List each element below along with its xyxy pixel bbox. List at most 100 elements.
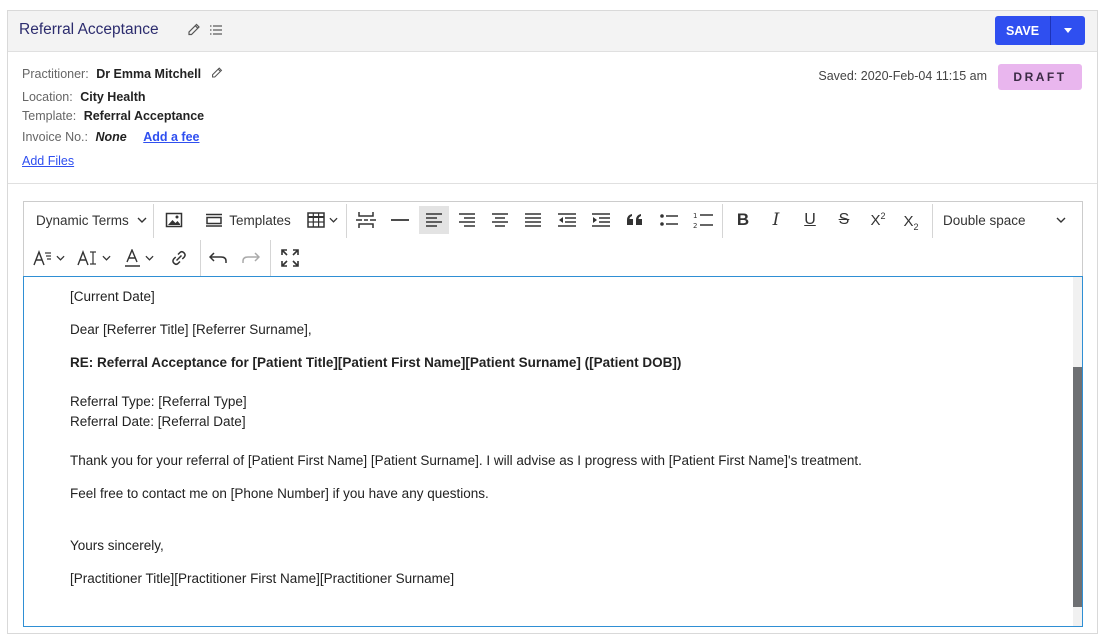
justify-button[interactable] xyxy=(519,206,547,234)
toolbar-separator xyxy=(200,240,201,276)
editor-content[interactable]: [Current Date] Dear [Referrer Title] [Re… xyxy=(23,276,1083,627)
undo-icon xyxy=(209,252,227,263)
indent-icon xyxy=(592,213,610,227)
horizontal-line-icon xyxy=(391,219,409,221)
outdent-icon xyxy=(558,213,576,227)
toolbar-separator xyxy=(932,204,933,238)
current-date-line: [Current Date] xyxy=(70,289,155,304)
signature-line: [Practitioner Title][Practitioner First … xyxy=(70,571,455,586)
font-family-dropdown[interactable] xyxy=(30,244,68,272)
dynamic-terms-label: Dynamic Terms xyxy=(36,212,129,228)
align-left-icon xyxy=(426,213,442,227)
caret-down-icon xyxy=(1064,28,1072,33)
templates-button[interactable]: Templates xyxy=(202,206,294,234)
fullscreen-icon xyxy=(281,249,299,267)
add-fee-link[interactable]: Add a fee xyxy=(143,130,199,144)
list-icon[interactable] xyxy=(207,21,225,39)
section-divider xyxy=(8,183,1097,184)
text-color-icon xyxy=(124,249,140,267)
dynamic-terms-dropdown[interactable]: Dynamic Terms xyxy=(30,206,148,234)
vertical-scrollbar[interactable] xyxy=(1073,277,1082,626)
practitioner-row: Practitioner: Dr Emma Mitchell xyxy=(22,65,225,84)
underline-icon: U xyxy=(804,211,816,228)
template-value: Referral Acceptance xyxy=(83,109,205,123)
scrollbar-thumb[interactable] xyxy=(1073,367,1082,607)
insert-link-button[interactable] xyxy=(165,244,193,272)
numbered-list-button[interactable]: 12 xyxy=(689,206,717,234)
image-icon xyxy=(165,212,183,228)
chevron-down-icon xyxy=(1056,217,1066,223)
page-break-icon xyxy=(356,212,376,228)
align-right-icon xyxy=(459,213,475,227)
toolbar-separator xyxy=(722,204,723,238)
status-badge: DRAFT xyxy=(998,64,1082,90)
font-size-icon xyxy=(77,250,96,266)
font-size-dropdown[interactable] xyxy=(74,244,114,272)
superscript-button[interactable]: X2 xyxy=(864,206,892,234)
insert-image-button[interactable] xyxy=(161,206,187,234)
edit-practitioner-icon[interactable] xyxy=(209,65,225,84)
chevron-down-icon xyxy=(144,255,154,261)
chevron-down-icon xyxy=(137,217,147,223)
rich-text-editor: Dynamic Terms Templates 1 2 B I U S X2 X… xyxy=(23,201,1083,627)
quote-icon xyxy=(627,214,642,225)
saved-timestamp: Saved: 2020-Feb-04 11:15 am xyxy=(818,69,987,83)
add-files-row: Add Files xyxy=(22,154,74,168)
toolbar-separator xyxy=(270,240,271,276)
bold-button[interactable]: B xyxy=(729,206,757,234)
align-center-button[interactable] xyxy=(486,206,514,234)
template-row: Template: Referral Acceptance xyxy=(22,109,204,123)
toolbar-separator xyxy=(346,204,347,238)
save-button[interactable]: SAVE xyxy=(995,16,1051,45)
location-value: City Health xyxy=(80,90,146,104)
strikethrough-icon: S xyxy=(838,211,850,228)
body-paragraph-1: Thank you for your referral of [Patient … xyxy=(70,453,862,468)
page-title: Referral Acceptance xyxy=(19,21,159,38)
add-files-link[interactable]: Add Files xyxy=(22,154,74,168)
body-paragraph-2: Feel free to contact me on [Phone Number… xyxy=(70,486,489,501)
panel-header: Referral Acceptance SAVE xyxy=(8,11,1097,52)
chevron-down-icon xyxy=(328,217,338,223)
undo-button[interactable] xyxy=(204,244,232,272)
italic-button[interactable]: I xyxy=(762,206,790,234)
pencil-icon[interactable] xyxy=(185,21,203,39)
salutation-line: Dear [Referrer Title] [Referrer Surname]… xyxy=(70,322,312,337)
underline-button[interactable]: U xyxy=(796,206,824,234)
horizontal-rule-button[interactable] xyxy=(386,206,414,234)
invoice-label: Invoice No.: xyxy=(22,130,89,144)
svg-text:1: 1 xyxy=(693,212,697,220)
bold-icon: B xyxy=(736,210,750,229)
blockquote-button[interactable] xyxy=(621,206,649,234)
save-options-caret[interactable] xyxy=(1051,16,1085,45)
align-left-button[interactable] xyxy=(419,206,449,234)
bullet-list-icon xyxy=(660,214,678,226)
line-spacing-dropdown[interactable]: Double space xyxy=(938,206,1074,234)
indent-button[interactable] xyxy=(587,206,615,234)
bullet-list-button[interactable] xyxy=(655,206,683,234)
redo-button[interactable] xyxy=(237,244,265,272)
insert-table-button[interactable] xyxy=(303,206,341,234)
table-icon xyxy=(306,212,325,228)
strikethrough-button[interactable]: S xyxy=(830,206,858,234)
chevron-down-icon xyxy=(102,255,111,261)
numbered-list-icon: 12 xyxy=(693,212,713,229)
editor-toolbar: Dynamic Terms Templates 1 2 B I U S X2 X… xyxy=(23,201,1083,277)
referral-type-line: Referral Type: [Referral Type] xyxy=(70,394,247,409)
templates-label: Templates xyxy=(229,212,291,228)
invoice-value: None xyxy=(95,130,127,144)
fullscreen-button[interactable] xyxy=(276,244,304,272)
toolbar-separator xyxy=(153,204,154,238)
outdent-button[interactable] xyxy=(553,206,581,234)
text-color-dropdown[interactable] xyxy=(121,244,157,272)
referral-date-line: Referral Date: [Referral Date] xyxy=(70,414,246,429)
closing-line: Yours sincerely, xyxy=(70,538,164,553)
link-icon xyxy=(172,250,186,266)
location-row: Location: City Health xyxy=(22,90,146,104)
align-right-button[interactable] xyxy=(453,206,481,234)
subscript-button[interactable]: X2 xyxy=(897,208,925,236)
practitioner-label: Practitioner: xyxy=(22,66,89,81)
page-break-button[interactable] xyxy=(352,206,380,234)
font-family-icon xyxy=(33,250,51,266)
superscript-icon: X2 xyxy=(870,211,886,229)
svg-text:2: 2 xyxy=(693,222,697,229)
